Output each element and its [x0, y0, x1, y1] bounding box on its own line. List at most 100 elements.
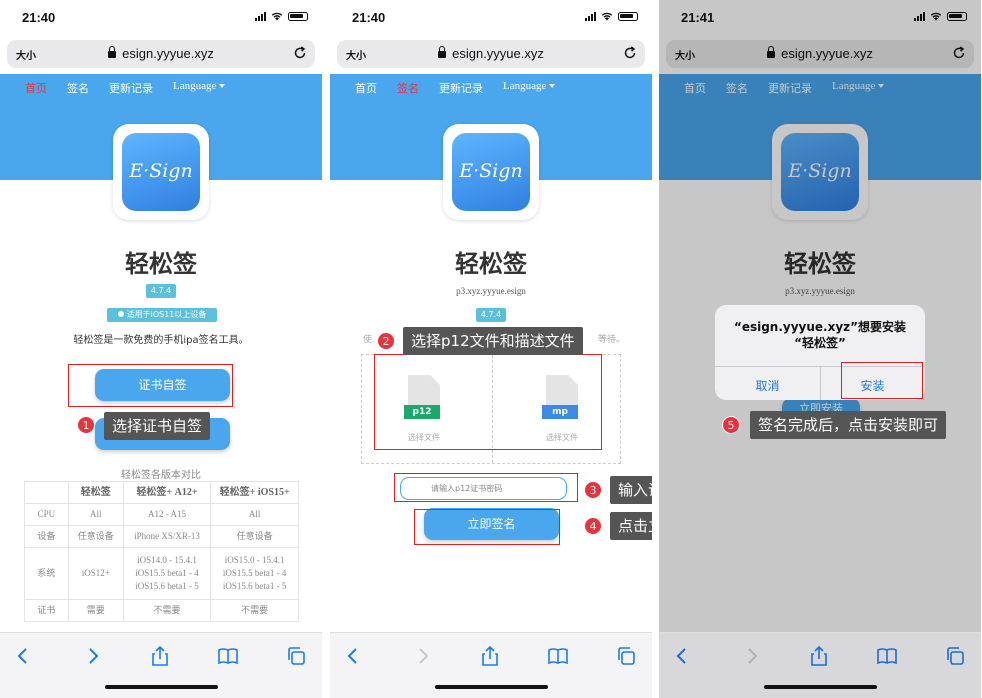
tabs-icon[interactable]	[944, 645, 966, 667]
highlight-box	[394, 473, 578, 502]
highlight-box	[841, 362, 923, 399]
table-cell: 轻松签+ A12+	[122, 481, 212, 504]
status-bar: 21:40	[330, 0, 652, 36]
nav-language[interactable]: Language	[503, 80, 555, 92]
tabs-icon[interactable]	[285, 645, 307, 667]
lock-icon	[108, 46, 117, 58]
app-icon: E·Sign	[443, 124, 539, 220]
table-row: CPU All A12 - A15 All	[24, 503, 299, 526]
compat-badge: 适用于iOS11以上设备	[107, 308, 217, 322]
subdomain-text: p3.xyz.yyyue.esign	[456, 286, 526, 296]
table-cell: 设备	[24, 525, 69, 548]
bookmarks-icon[interactable]	[547, 645, 569, 667]
signal-icon	[585, 11, 596, 21]
address-bar[interactable]: 大小 esign.yyyue.xyz	[7, 40, 315, 68]
home-indicator	[764, 685, 877, 689]
nav-home[interactable]: 首页	[355, 80, 377, 96]
cancel-button[interactable]: 取消	[715, 377, 820, 394]
lock-icon	[438, 46, 447, 58]
callout: 签名完成后，点击安装即可	[750, 411, 947, 439]
site-nav: 首页 签名 更新记录 Language	[0, 80, 322, 96]
dialog-app-name: “轻松签”	[794, 336, 846, 350]
table-header-row: 轻松签 轻松签+ A12+ 轻松签+ iOS15+	[24, 481, 299, 504]
app-title: 轻松签	[125, 250, 197, 278]
reload-icon[interactable]	[293, 46, 307, 60]
clock: 21:40	[22, 10, 56, 25]
highlight-box	[68, 364, 233, 407]
screen-3: 21:41 大小 esign.yyyue.xyz 首页 签名 更新记录 Lang…	[659, 0, 981, 698]
address-bar[interactable]: 大小 esign.yyyue.xyz	[337, 40, 645, 68]
step-marker: 2	[377, 332, 395, 350]
table-cell: 任意设备	[210, 525, 299, 548]
site-nav: 首页 签名 更新记录 Language	[330, 80, 652, 96]
table-cell	[24, 481, 69, 504]
app-logo: E·Sign	[459, 160, 523, 182]
nav-changelog[interactable]: 更新记录	[439, 80, 483, 96]
back-icon[interactable]	[12, 645, 34, 667]
table-cell: iOS12+	[67, 547, 124, 600]
table-cell: All	[67, 503, 124, 526]
table-cell: 系统	[24, 547, 69, 600]
status-bar: 21:40	[0, 0, 322, 36]
nav-home[interactable]: 首页	[25, 80, 47, 96]
table-cell: 证书	[24, 599, 69, 622]
forward-icon[interactable]	[82, 645, 104, 667]
share-icon[interactable]	[808, 645, 830, 667]
table-cell: All	[210, 503, 299, 526]
nav-language[interactable]: Language	[173, 80, 225, 92]
nav-sign[interactable]: 签名	[397, 80, 419, 96]
wifi-icon	[601, 12, 613, 21]
compare-table: 轻松签 轻松签+ A12+ 轻松签+ iOS15+ CPU All A12 - …	[24, 481, 299, 622]
table-row: 设备 任意设备 iPhone XS/XR-13 任意设备	[24, 525, 299, 548]
step-marker: 4	[584, 517, 602, 535]
callout: 选择p12文件和描述文件	[403, 327, 583, 355]
compat-text: 适用于iOS11以上设备	[126, 310, 207, 319]
highlight-box	[414, 509, 560, 545]
nav-changelog[interactable]: 更新记录	[109, 80, 153, 96]
callout: 选择证书自签	[104, 412, 211, 440]
forward-icon[interactable]	[412, 645, 434, 667]
version-badge: 4.7.4	[476, 308, 506, 322]
hint-text-right: 等待。	[598, 335, 626, 345]
table-row: 证书 需要 不需要 不需要	[24, 599, 299, 622]
battery-icon	[288, 11, 308, 21]
table-cell: A12 - A15	[122, 503, 212, 526]
wifi-icon	[271, 12, 283, 21]
table-cell: CPU	[24, 503, 69, 526]
step-marker: 5	[722, 416, 740, 434]
app-title: 轻松签	[455, 250, 527, 278]
battery-icon	[618, 11, 638, 21]
home-indicator	[105, 685, 218, 689]
table-cell: iPhone XS/XR-13	[122, 525, 212, 548]
screen-2: 21:40 大小 esign.yyyue.xyz 首页 签名 更新记录 Lang…	[330, 0, 652, 698]
table-cell: iOS15.0 - 15.4.1 iOS15.5 beta1 - 4 iOS15…	[210, 547, 299, 600]
back-icon[interactable]	[342, 645, 364, 667]
table-cell: 不需要	[122, 599, 212, 622]
callout: 输入证书密码	[610, 476, 652, 504]
clock: 21:40	[352, 10, 386, 25]
step-marker: 1	[77, 416, 95, 434]
signal-icon	[255, 11, 266, 21]
apple-icon	[117, 311, 124, 317]
table-cell: 轻松签	[67, 481, 124, 504]
callout: 点击立即签名	[610, 512, 652, 540]
bookmarks-icon[interactable]	[217, 645, 239, 667]
table-cell: iOS14.0 - 15.4.1 iOS15.5 beta1 - 4 iOS15…	[122, 547, 212, 600]
share-icon[interactable]	[149, 645, 171, 667]
highlight-box	[374, 354, 602, 450]
nav-sign[interactable]: 签名	[67, 80, 89, 96]
app-description: 轻松签是一款免费的手机ipa签名工具。	[73, 335, 249, 346]
tabs-icon[interactable]	[615, 645, 637, 667]
back-icon[interactable]	[671, 645, 693, 667]
url-text: esign.yyyue.xyz	[452, 46, 544, 61]
bookmarks-icon[interactable]	[876, 645, 898, 667]
step-marker: 3	[584, 481, 602, 499]
app-icon: E·Sign	[113, 124, 209, 220]
home-indicator	[435, 685, 548, 689]
hint-text-left: 使	[363, 335, 373, 345]
reload-icon[interactable]	[623, 46, 637, 60]
share-icon[interactable]	[479, 645, 501, 667]
dialog-message: “esign.yyyue.xyz”想要安装	[733, 320, 907, 334]
forward-icon[interactable]	[741, 645, 763, 667]
table-cell: 不需要	[210, 599, 299, 622]
